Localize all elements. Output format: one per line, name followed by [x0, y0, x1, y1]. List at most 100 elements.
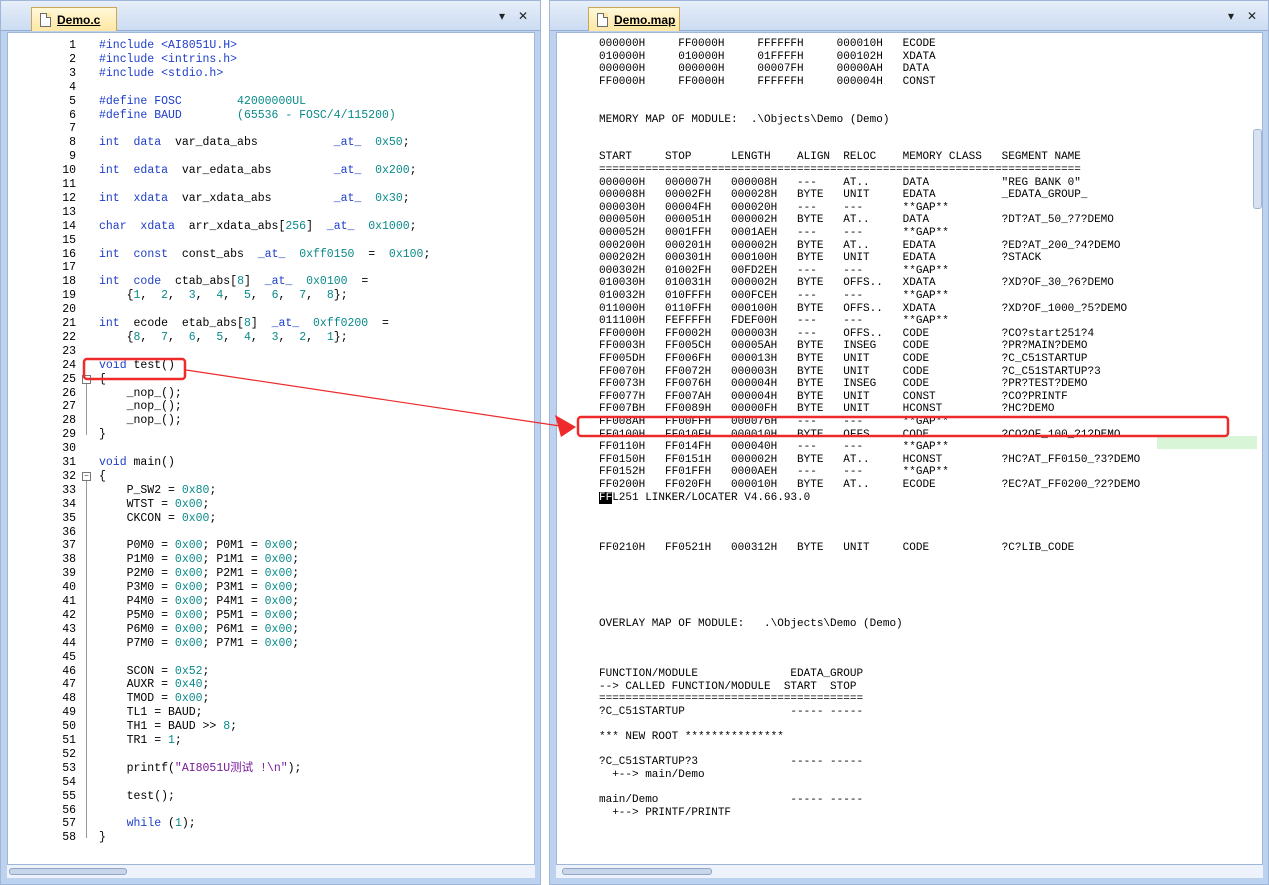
fold-toggle-icon[interactable]: − — [82, 374, 91, 384]
map-line[interactable]: FF0000H FF0000H FFFFFFH 000004H CONST — [599, 76, 936, 88]
code-line[interactable]: int ecode etab_abs[8] _at_ 0xff0200 = — [99, 317, 389, 330]
map-line[interactable]: FF0200H FF020FH 000010H BYTE AT.. ECODE … — [599, 479, 1140, 491]
code-line[interactable]: {8, 7, 6, 5, 4, 3, 2, 1}; — [99, 331, 348, 344]
code-line[interactable]: #include <AI8051U.H> — [99, 39, 237, 52]
fold-toggle-icon[interactable]: − — [82, 471, 91, 481]
code-line[interactable]: WTST = 0x00; — [99, 498, 210, 511]
map-line[interactable]: FF0110H FF014FH 000040H --- --- **GAP** — [599, 441, 949, 453]
code-line[interactable]: P_SW2 = 0x80; — [99, 484, 217, 497]
code-line[interactable]: TR1 = 1; — [99, 734, 182, 747]
map-line[interactable]: 011100H FEFFFFH FDEF00H --- --- **GAP** — [599, 315, 949, 327]
map-line[interactable]: OVERLAY MAP OF MODULE: .\Objects\Demo (D… — [599, 618, 903, 630]
code-line[interactable]: } — [99, 831, 106, 844]
map-line[interactable]: 000030H 00004FH 000020H --- --- **GAP** — [599, 202, 949, 214]
code-line[interactable]: _nop_(); — [99, 400, 182, 413]
map-line[interactable]: 010032H 010FFFH 000FCEH --- --- **GAP** — [599, 290, 949, 302]
map-line[interactable]: FF0100H FF010FH 000010H BYTE OFFS.. CODE… — [599, 429, 1121, 441]
map-line[interactable]: 000000H 000007H 000008H --- AT.. DATA "R… — [599, 177, 1081, 189]
code-line[interactable]: P4M0 = 0x00; P4M1 = 0x00; — [99, 595, 300, 608]
map-line[interactable]: +--> main/Demo — [599, 769, 704, 781]
map-line[interactable]: +--> PRINTF/PRINTF — [599, 807, 731, 819]
tab-demo-map[interactable]: Demo.map — [588, 7, 680, 31]
map-line[interactable]: FF005DH FF006FH 000013H BYTE UNIT CODE ?… — [599, 353, 1087, 365]
map-line[interactable]: START STOP LENGTH ALIGN RELOC MEMORY CLA… — [599, 151, 1081, 163]
map-line[interactable]: main/Demo ----- ----- — [599, 794, 863, 806]
code-line[interactable]: { — [99, 373, 106, 386]
code-line[interactable]: test(); — [99, 790, 175, 803]
code-line[interactable]: {1, 2, 3, 4, 5, 6, 7, 8}; — [99, 289, 348, 302]
code-line[interactable]: } — [99, 428, 106, 441]
map-line[interactable]: *** NEW ROOT *************** — [599, 731, 784, 743]
code-line[interactable]: int edata var_edata_abs _at_ 0x200; — [99, 164, 417, 177]
map-line[interactable]: FF0073H FF0076H 000004H BYTE INSEG CODE … — [599, 378, 1087, 390]
close-icon[interactable]: ✕ — [1247, 9, 1257, 23]
code-line[interactable]: #define FOSC 42000000UL — [99, 95, 306, 108]
map-line[interactable]: ?C_C51STARTUP?3 ----- ----- — [599, 756, 863, 768]
map-line[interactable]: FF007BH FF0089H 00000FH BYTE UNIT HCONST… — [599, 403, 1054, 415]
map-line[interactable]: --> CALLED FUNCTION/MODULE START STOP — [599, 681, 856, 693]
code-line[interactable]: CKCON = 0x00; — [99, 512, 217, 525]
code-line[interactable]: SCON = 0x52; — [99, 665, 210, 678]
map-line[interactable]: 000050H 000051H 000002H BYTE AT.. DATA ?… — [599, 214, 1114, 226]
vertical-scrollbar[interactable] — [1253, 129, 1262, 209]
horizontal-scrollbar[interactable] — [7, 864, 535, 878]
code-line[interactable]: printf("AI8051U测试 !\n"); — [99, 762, 302, 775]
tab-demo-c[interactable]: Demo.c — [31, 7, 117, 31]
horizontal-scrollbar[interactable] — [556, 864, 1263, 878]
code-line[interactable]: P6M0 = 0x00; P6M1 = 0x00; — [99, 623, 300, 636]
code-line[interactable]: TH1 = BAUD >> 8; — [99, 720, 237, 733]
map-line[interactable]: FF0152H FF01FFH 0000AEH --- --- **GAP** — [599, 466, 949, 478]
map-line[interactable]: FF0150H FF0151H 000002H BYTE AT.. HCONST… — [599, 454, 1140, 466]
map-file-viewer[interactable]: 000000H FF0000H FFFFFFH 000010H ECODE 010… — [556, 32, 1263, 866]
map-line[interactable]: 000202H 000301H 000100H BYTE UNIT EDATA … — [599, 252, 1041, 264]
code-line[interactable]: int code ctab_abs[8] _at_ 0x0100 = — [99, 275, 368, 288]
map-line[interactable]: 010000H 010000H 01FFFFH 000102H XDATA — [599, 51, 936, 63]
scrollbar-thumb[interactable] — [9, 868, 127, 875]
code-line[interactable]: P2M0 = 0x00; P2M1 = 0x00; — [99, 567, 300, 580]
code-line[interactable]: int xdata var_xdata_abs _at_ 0x30; — [99, 192, 410, 205]
code-line[interactable]: TL1 = BAUD; — [99, 706, 203, 719]
map-line[interactable]: FUNCTION/MODULE EDATA_GROUP — [599, 668, 863, 680]
tab-dropdown-icon[interactable]: ▾ — [1228, 9, 1234, 23]
map-line[interactable]: ======================================== — [599, 693, 863, 705]
map-line[interactable]: FF008AH FF00FFH 000076H --- --- **GAP** — [599, 416, 949, 428]
code-line[interactable]: char xdata arr_xdata_abs[256] _at_ 0x100… — [99, 220, 417, 233]
code-line[interactable]: int const const_abs _at_ 0xff0150 = 0x10… — [99, 248, 430, 261]
map-line[interactable]: 000000H 000000H 00007FH 00000AH DATA — [599, 63, 929, 75]
map-line[interactable]: 000052H 0001FFH 0001AEH --- --- **GAP** — [599, 227, 949, 239]
map-line[interactable]: 000200H 000201H 000002H BYTE AT.. EDATA … — [599, 240, 1121, 252]
source-code-editor[interactable]: 1 #include <AI8051U.H> 2 #include <intrins.… — [7, 32, 535, 866]
map-line[interactable]: FF0003H FF005CH 00005AH BYTE INSEG CODE … — [599, 340, 1087, 352]
code-line[interactable]: P1M0 = 0x00; P1M1 = 0x00; — [99, 553, 300, 566]
code-line[interactable]: P0M0 = 0x00; P0M1 = 0x00; — [99, 539, 300, 552]
map-line[interactable]: FF0000H FF0002H 000003H --- OFFS.. CODE … — [599, 328, 1094, 340]
code-line[interactable]: AUXR = 0x40; — [99, 678, 210, 691]
code-line[interactable]: void main() — [99, 456, 175, 469]
close-icon[interactable]: ✕ — [518, 9, 528, 23]
code-line[interactable]: #define BAUD (65536 - FOSC/4/115200) — [99, 109, 396, 122]
code-line[interactable]: int data var_data_abs _at_ 0x50; — [99, 136, 410, 149]
code-line[interactable]: P7M0 = 0x00; P7M1 = 0x00; — [99, 637, 300, 650]
tab-dropdown-icon[interactable]: ▾ — [499, 9, 505, 23]
map-line[interactable]: 000008H 00002FH 000028H BYTE UNIT EDATA … — [599, 189, 1087, 201]
code-line[interactable]: TMOD = 0x00; — [99, 692, 210, 705]
code-line[interactable]: void test() — [99, 359, 175, 372]
code-line[interactable]: #include <stdio.h> — [99, 67, 223, 80]
code-line[interactable]: P3M0 = 0x00; P3M1 = 0x00; — [99, 581, 300, 594]
map-line[interactable]: ?C_C51STARTUP ----- ----- — [599, 706, 863, 718]
map-line[interactable]: 011000H 0110FFH 000100H BYTE OFFS.. XDAT… — [599, 303, 1127, 315]
map-line[interactable]: FF0070H FF0072H 000003H BYTE UNIT CODE ?… — [599, 366, 1101, 378]
code-line[interactable]: #include <intrins.h> — [99, 53, 237, 66]
map-line[interactable]: 000000H FF0000H FFFFFFH 000010H ECODE — [599, 38, 936, 50]
map-line[interactable]: 000302H 01002FH 00FD2EH --- --- **GAP** — [599, 265, 949, 277]
map-line[interactable]: MEMORY MAP OF MODULE: .\Objects\Demo (De… — [599, 114, 889, 126]
code-line[interactable]: P5M0 = 0x00; P5M1 = 0x00; — [99, 609, 300, 622]
code-line[interactable]: { — [99, 470, 106, 483]
code-line[interactable]: _nop_(); — [99, 387, 182, 400]
map-line[interactable]: FFL251 LINKER/LOCATER V4.66.93.0 — [599, 491, 810, 504]
map-line[interactable]: FF0210H FF0521H 000312H BYTE UNIT CODE ?… — [599, 542, 1074, 554]
code-line[interactable]: _nop_(); — [99, 414, 182, 427]
map-line[interactable]: FF0077H FF007AH 000004H BYTE UNIT CONST … — [599, 391, 1068, 403]
code-line[interactable]: while (1); — [99, 817, 196, 830]
map-line[interactable]: ========================================… — [599, 164, 1081, 176]
